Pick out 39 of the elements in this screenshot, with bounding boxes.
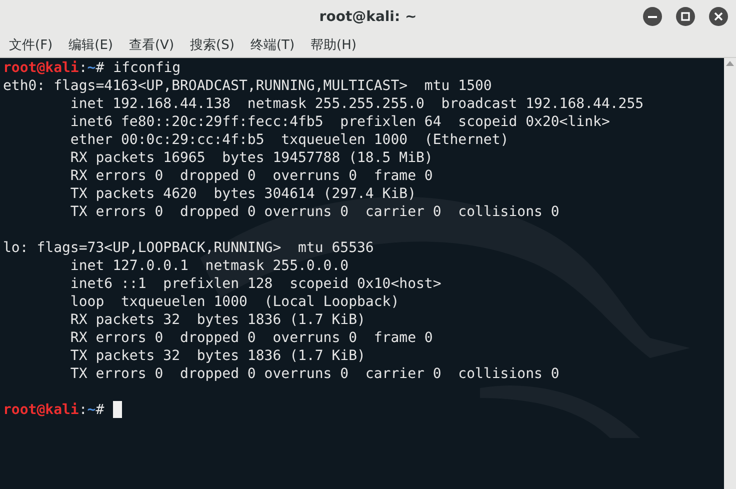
maximize-icon [681, 12, 690, 21]
output-line: TX errors 0 dropped 0 overruns 0 carrier 0 collisions 0 [69, 365, 560, 383]
output-line: ether 00:0c:29:cc:4f:b5 txqueuelen 1000 (Ethernet) [69, 131, 509, 149]
prompt-symbol: # [96, 401, 104, 419]
prompt-separator: : [78, 401, 88, 419]
output-line: TX errors 0 dropped 0 overruns 0 carrier 0 collisions 0 [69, 203, 560, 221]
menu-item[interactable]: 编辑(E) [66, 36, 116, 56]
scrollbar[interactable] [724, 58, 736, 489]
menu-item[interactable]: 搜索(S) [187, 36, 238, 56]
output-line: inet6 fe80::20c:29ff:fecc:4fb5 prefixlen 64 scopeid 0x20<link> [69, 113, 610, 131]
close-icon [714, 12, 723, 21]
output-line: RX packets 16965 bytes 19457788 (18.5 MiB) [69, 149, 433, 167]
output-line: inet 127.0.0.1 netmask 255.0.0.0 [69, 257, 349, 275]
prompt-symbol: # [96, 59, 104, 77]
prompt-separator: : [78, 59, 88, 77]
menu-item[interactable]: 终端(T) [247, 36, 298, 56]
output-line: RX errors 0 dropped 0 overruns 0 frame 0 [69, 167, 433, 185]
window-title: root@kali: ~ [319, 8, 417, 26]
prompt-path: ~ [87, 59, 96, 77]
output-line: lo: flags=73<UP,LOOPBACK,RUNNING> mtu 65536 [3, 239, 374, 257]
menu-item[interactable]: 查看(V) [126, 36, 178, 56]
minimize-icon [648, 16, 657, 18]
output-line: TX packets 32 bytes 1836 (1.7 KiB) [69, 347, 366, 365]
menu-item[interactable]: 文件(F) [6, 36, 56, 56]
output-line: inet 192.168.44.138 netmask 255.255.255.0 broadcast 192.168.44.255 [69, 95, 644, 113]
output-line: inet6 ::1 prefixlen 128 scopeid 0x10<host> [69, 275, 442, 293]
output-line: loop txqueuelen 1000 (Local Loopback) [69, 293, 400, 311]
close-button[interactable] [709, 7, 728, 26]
prompt-user-host: root@kali [3, 401, 79, 419]
output-line: RX errors 0 dropped 0 overruns 0 frame 0 [69, 329, 433, 347]
maximize-button[interactable] [676, 7, 695, 26]
output-line: TX packets 4620 bytes 304614 (297.4 KiB) [69, 185, 416, 203]
command-text: ifconfig [113, 59, 181, 77]
prompt-user-host: root@kali [3, 59, 79, 77]
output-line: RX packets 32 bytes 1836 (1.7 KiB) [69, 311, 366, 329]
menu-item[interactable]: 帮助(H) [308, 36, 360, 56]
prompt-path: ~ [87, 401, 96, 419]
output-line: eth0: flags=4163<UP,BROADCAST,RUNNING,MULTICAST> mtu 1500 [3, 77, 492, 95]
minimize-button[interactable] [643, 7, 662, 26]
